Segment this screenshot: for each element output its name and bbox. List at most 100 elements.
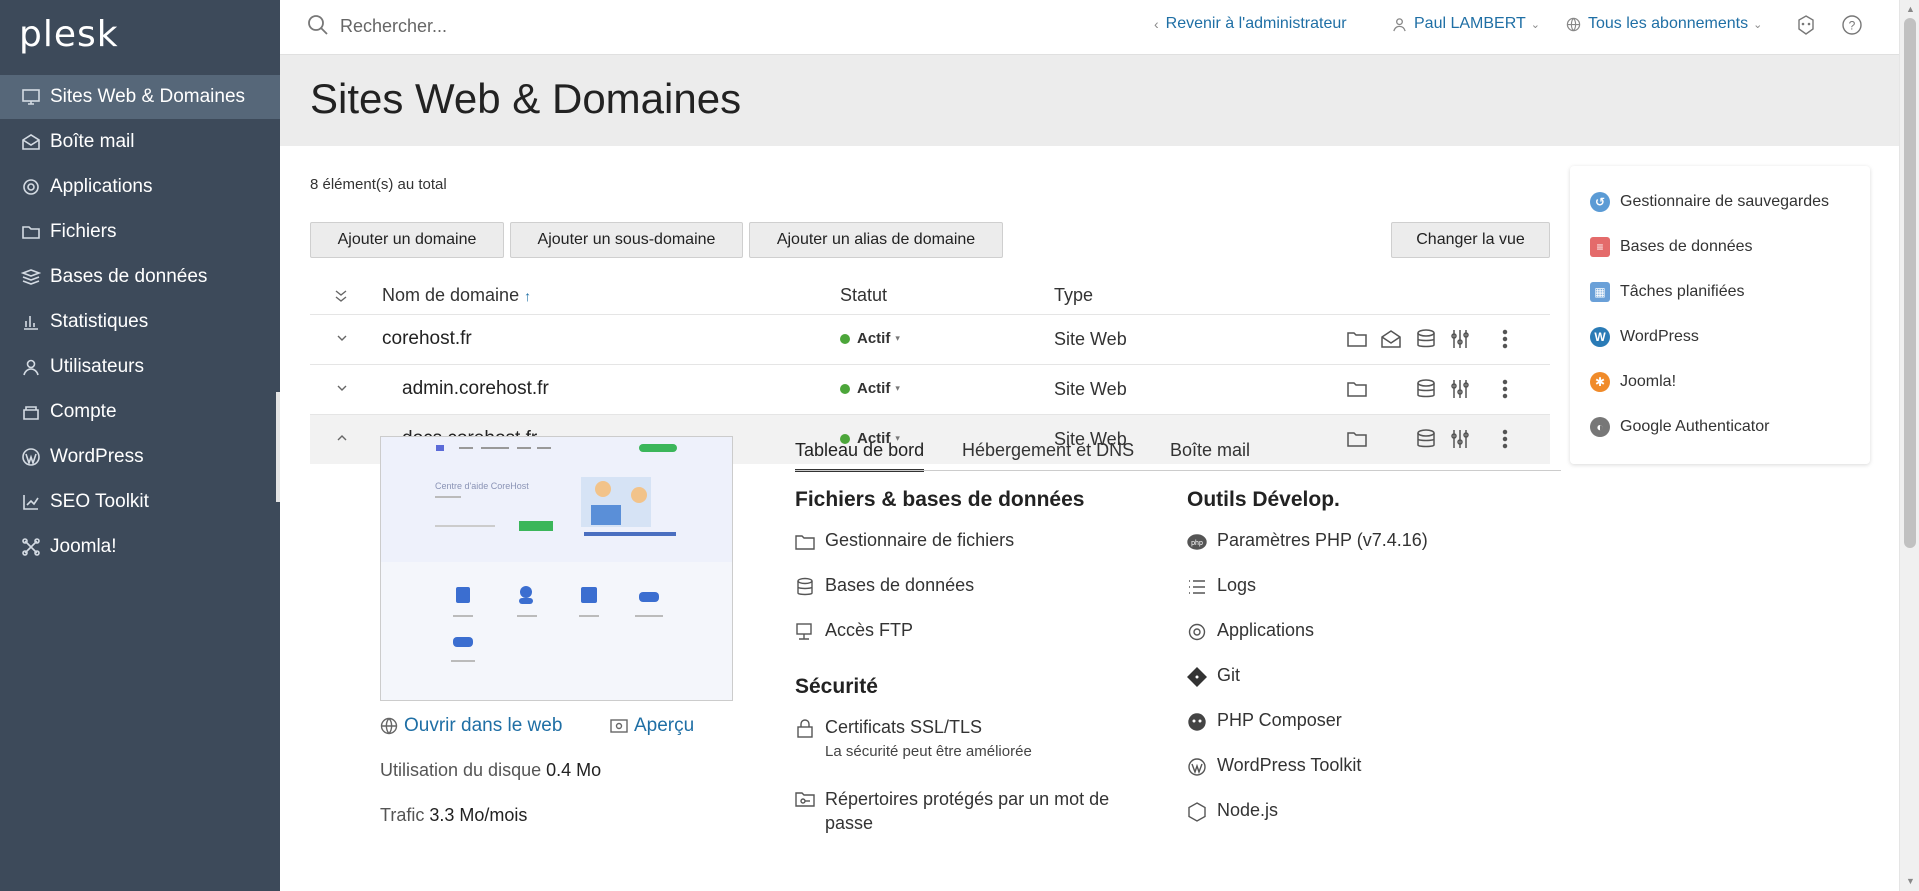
scrollbar-thumb[interactable] xyxy=(1904,18,1916,548)
user-menu[interactable]: Paul LAMBERT ⌄ xyxy=(1392,15,1540,33)
scroll-up-arrow-icon[interactable]: ▲ xyxy=(1906,4,1915,14)
backup-manager-link[interactable]: ↺ Gestionnaire de sauvegardes xyxy=(1590,192,1829,212)
chart-icon xyxy=(20,311,42,333)
site-preview-thumbnail[interactable]: Centre d'aide CoreHost xyxy=(380,436,733,701)
settings-sliders-icon[interactable] xyxy=(1449,328,1473,352)
status-active-dot-icon xyxy=(840,333,850,344)
tab-dashboard[interactable]: Tableau de bord xyxy=(795,440,925,472)
scroll-down-arrow-icon[interactable]: ▼ xyxy=(1906,876,1915,886)
database-icon[interactable] xyxy=(1415,428,1439,452)
status-badge[interactable]: Actif ▾ xyxy=(840,330,900,347)
logs-link[interactable]: Logs xyxy=(1187,575,1256,597)
sidebar-item-label: Boîte mail xyxy=(50,131,135,152)
tab-mail[interactable]: Boîte mail xyxy=(1170,440,1250,469)
search-input[interactable] xyxy=(340,12,840,40)
ssl-warning-text: La sécurité peut être améliorée xyxy=(825,743,1032,760)
sidebar-item-wordpress[interactable]: WordPress xyxy=(0,435,280,479)
column-header-status[interactable]: Statut xyxy=(840,285,887,306)
database-icon[interactable] xyxy=(1415,378,1439,402)
domain-name[interactable]: admin.corehost.fr xyxy=(402,378,549,400)
ssl-certificates-label: Certificats SSL/TLS xyxy=(825,717,983,737)
subscriptions-menu[interactable]: Tous les abonnements ⌄ xyxy=(1566,15,1762,33)
settings-sliders-icon[interactable] xyxy=(1449,428,1473,452)
preview-link[interactable]: Aperçu xyxy=(610,715,694,737)
sidebar-item-users[interactable]: Utilisateurs xyxy=(0,345,280,389)
scheduled-tasks-label: Tâches planifiées xyxy=(1620,283,1745,300)
applications-link[interactable]: Applications xyxy=(1187,620,1314,642)
change-view-button[interactable]: Changer la vue xyxy=(1391,222,1550,258)
more-vertical-icon[interactable] xyxy=(1494,428,1518,452)
open-in-web-link[interactable]: Ouvrir dans le web xyxy=(380,715,562,737)
chevron-down-icon: ⌄ xyxy=(1753,18,1763,31)
ssl-certificates-link[interactable]: Certificats SSL/TLS La sécurité peut être… xyxy=(795,717,1032,760)
sidebar-item-mail[interactable]: Boîte mail xyxy=(0,120,280,164)
sidebar-item-seo[interactable]: SEO Toolkit xyxy=(0,480,280,524)
collapse-all-icon[interactable] xyxy=(334,288,348,304)
ftp-access-link[interactable]: Accès FTP xyxy=(795,620,913,642)
table-row[interactable]: admin.corehost.fr Actif ▾ Site Web xyxy=(310,364,1550,414)
page-scrollbar[interactable]: ▲ ▼ xyxy=(1899,0,1919,891)
plesk-logo[interactable]: plesk xyxy=(19,14,119,55)
chevron-down-icon[interactable] xyxy=(334,330,350,346)
site-screenshot-image: Centre d'aide CoreHost xyxy=(381,437,732,662)
scheduled-tasks-link[interactable]: ▦ Tâches planifiées xyxy=(1590,282,1745,302)
wordpress-icon xyxy=(20,446,42,468)
sidebar-item-account[interactable]: Compte xyxy=(0,390,280,434)
chevron-down-icon: ⌄ xyxy=(1530,18,1540,31)
databases-link[interactable]: Bases de données xyxy=(795,575,974,597)
google-authenticator-label: Google Authenticator xyxy=(1620,418,1770,435)
joomla-widget-link[interactable]: ✱ Joomla! xyxy=(1590,372,1676,392)
more-vertical-icon[interactable] xyxy=(1494,378,1518,402)
back-to-admin-link[interactable]: ‹ Revenir à l'administrateur xyxy=(1154,15,1347,33)
folder-icon[interactable] xyxy=(1346,328,1370,352)
php-settings-link[interactable]: php Paramètres PHP (v7.4.16) xyxy=(1187,530,1428,552)
chevron-down-icon[interactable] xyxy=(334,380,350,396)
column-header-domain[interactable]: Nom de domaine ↑ xyxy=(382,285,531,306)
traffic-value: 3.3 Mo/mois xyxy=(429,805,528,825)
git-link[interactable]: Git xyxy=(1187,665,1240,687)
git-icon xyxy=(1187,667,1207,687)
tab-hosting-dns[interactable]: Hébergement et DNS xyxy=(962,440,1134,469)
help-icon[interactable]: ? xyxy=(1841,14,1863,36)
add-subdomain-button[interactable]: Ajouter un sous-domaine xyxy=(510,222,743,258)
databases-widget-link[interactable]: ≡ Bases de données xyxy=(1590,237,1753,257)
folder-icon[interactable] xyxy=(1346,378,1370,402)
sidebar-item-joomla[interactable]: Joomla! xyxy=(0,525,280,569)
nodejs-icon xyxy=(1188,802,1206,822)
backup-icon: ↺ xyxy=(1590,192,1610,212)
php-composer-link[interactable]: PHP Composer xyxy=(1187,710,1342,732)
sidebar-item-files[interactable]: Fichiers xyxy=(0,210,280,254)
more-vertical-icon[interactable] xyxy=(1494,328,1518,352)
folder-icon[interactable] xyxy=(1346,428,1370,452)
table-row[interactable]: corehost.fr Actif ▾ Site Web xyxy=(310,314,1550,364)
add-alias-button[interactable]: Ajouter un alias de domaine xyxy=(749,222,1003,258)
wordpress-icon: W xyxy=(1590,327,1610,347)
domain-name[interactable]: corehost.fr xyxy=(382,328,472,350)
sidebar-item-databases[interactable]: Bases de données xyxy=(0,255,280,299)
monitor-icon xyxy=(20,86,42,108)
open-in-web-label: Ouvrir dans le web xyxy=(404,715,563,736)
mail-icon[interactable] xyxy=(1380,328,1404,352)
chevron-up-icon[interactable] xyxy=(334,430,350,446)
sidebar-item-label: Sites Web & Domaines xyxy=(50,86,246,107)
section-title-files: Fichiers & bases de données xyxy=(795,488,1085,511)
file-manager-link[interactable]: Gestionnaire de fichiers xyxy=(795,530,1014,552)
protected-dirs-link[interactable]: Répertoires protégés par un mot de passe xyxy=(795,787,1145,835)
status-label: Actif xyxy=(857,330,891,347)
sidebar-item-applications[interactable]: Applications xyxy=(0,165,280,209)
sidebar-item-label: Bases de données xyxy=(50,266,208,287)
settings-sliders-icon[interactable] xyxy=(1449,378,1473,402)
sidebar-item-sites[interactable]: Sites Web & Domaines xyxy=(0,75,280,119)
add-domain-button[interactable]: Ajouter un domaine xyxy=(310,222,504,258)
nodejs-link[interactable]: Node.js xyxy=(1187,800,1278,822)
wordpress-widget-link[interactable]: W WordPress xyxy=(1590,327,1699,347)
database-icon[interactable] xyxy=(1415,328,1439,352)
folder-icon xyxy=(795,535,815,550)
status-badge[interactable]: Actif ▾ xyxy=(840,380,900,397)
wordpress-toolkit-link[interactable]: WordPress Toolkit xyxy=(1187,755,1361,777)
feedback-icon[interactable] xyxy=(1795,14,1817,36)
sidebar-item-statistics[interactable]: Statistiques xyxy=(0,300,280,344)
google-authenticator-link[interactable]: ◐ Google Authenticator xyxy=(1590,417,1769,437)
composer-icon xyxy=(1188,713,1206,731)
column-header-type[interactable]: Type xyxy=(1054,285,1093,306)
